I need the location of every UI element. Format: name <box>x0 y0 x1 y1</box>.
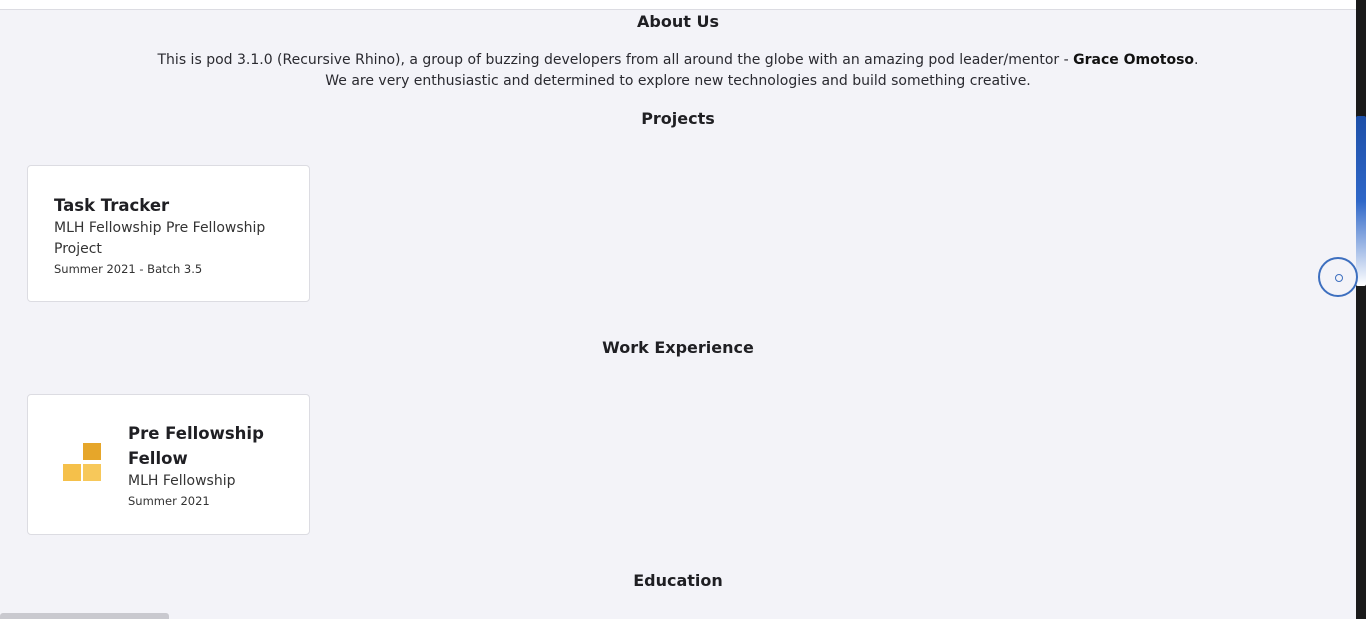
horizontal-scrollbar[interactable] <box>0 613 169 619</box>
circle-icon <box>1335 274 1343 282</box>
mentor-name: Grace Omotoso <box>1073 52 1195 68</box>
work-date: Summer 2021 <box>128 494 210 508</box>
top-header-edge <box>0 0 1356 10</box>
work-card[interactable]: Pre Fellowship Fellow MLH Fellowship Sum… <box>27 394 310 535</box>
about-title: About Us <box>637 12 719 31</box>
project-subtitle: MLH Fellowship Pre Fellowship Project <box>54 220 266 257</box>
project-date: Summer 2021 - Batch 3.5 <box>54 262 203 276</box>
about-line-2: We are very enthusiastic and determined … <box>325 73 1031 89</box>
floating-circle-button[interactable] <box>1318 257 1358 297</box>
about-description: This is pod 3.1.0 (Recursive Rhino), a g… <box>0 50 1356 92</box>
about-line-1-suffix: . <box>1194 52 1199 68</box>
about-line-1: This is pod 3.1.0 (Recursive Rhino), a g… <box>0 50 1356 71</box>
education-title: Education <box>633 571 723 590</box>
work-title: Pre Fellowship Fellow <box>128 424 264 468</box>
project-title: Task Tracker <box>54 196 170 215</box>
mlh-fellowship-logo-icon <box>62 443 102 483</box>
work-company: MLH Fellowship <box>128 473 236 489</box>
scrollbar-thumb[interactable] <box>1356 116 1366 286</box>
vertical-scrollbar[interactable] <box>1356 0 1366 619</box>
about-line-1-prefix: This is pod 3.1.0 (Recursive Rhino), a g… <box>157 52 1074 68</box>
projects-title: Projects <box>641 109 715 128</box>
project-card[interactable]: Task Tracker MLH Fellowship Pre Fellowsh… <box>27 165 310 302</box>
work-experience-title: Work Experience <box>602 338 754 357</box>
